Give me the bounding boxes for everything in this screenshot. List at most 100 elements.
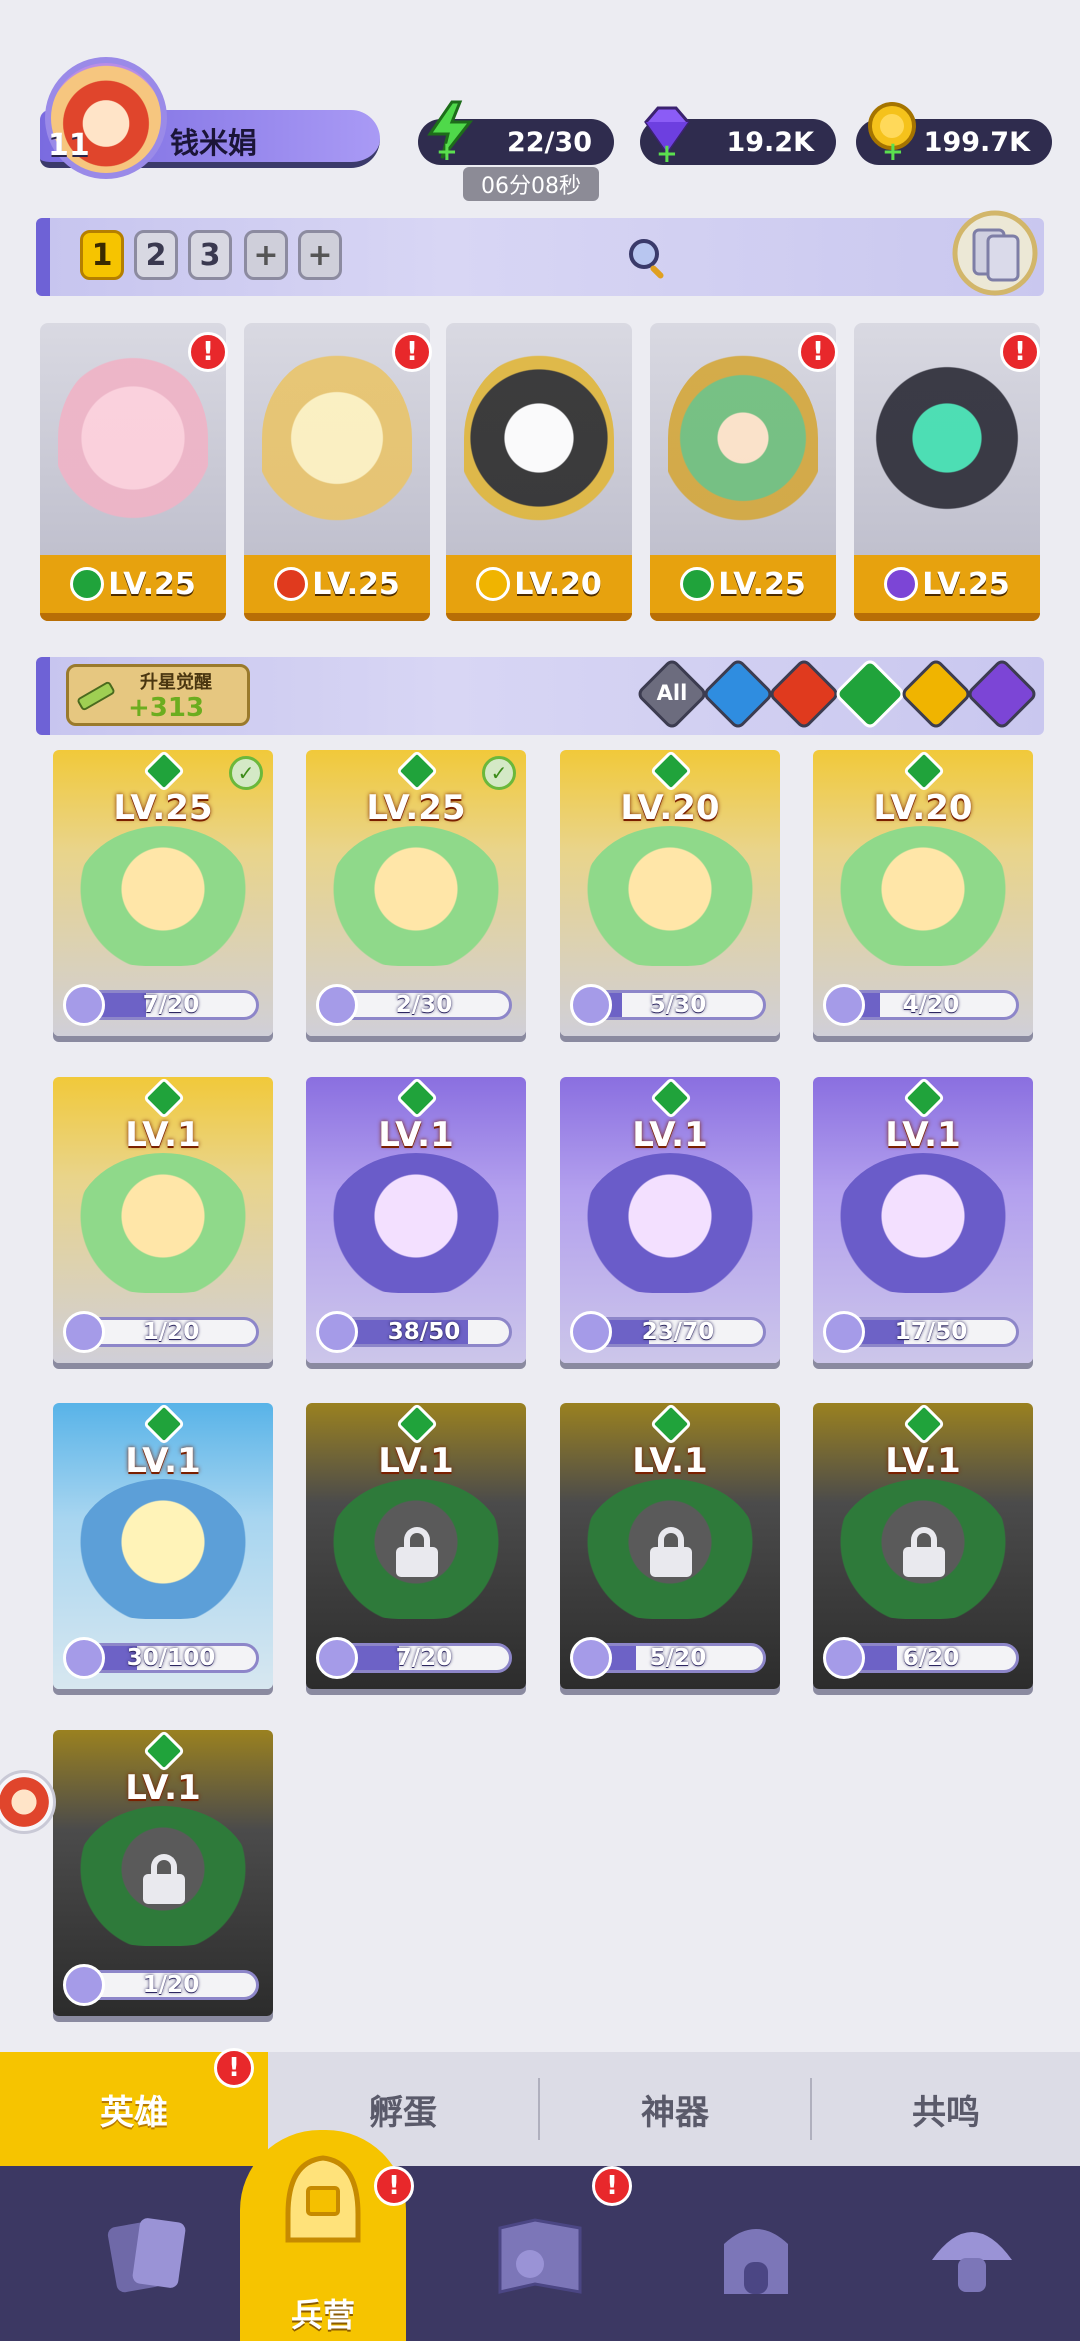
svg-text:+: + xyxy=(656,139,678,164)
lock-icon xyxy=(396,1527,438,1577)
tab-resonance[interactable]: 共鸣 xyxy=(812,2052,1080,2166)
hero-portrait xyxy=(75,1479,251,1619)
tab-artifact[interactable]: 神器 xyxy=(540,2052,810,2166)
shard-icon xyxy=(823,1637,865,1679)
cards-icon xyxy=(107,2217,186,2292)
team-add-button[interactable]: + xyxy=(298,230,342,280)
lock-icon xyxy=(143,1854,185,1904)
formation-level: LV.25 xyxy=(244,555,430,621)
player-name: 钱米娟 xyxy=(170,126,258,160)
hero-card[interactable]: LV.1 7/20 xyxy=(306,1403,526,1689)
hero-card[interactable]: LV.1 1/20 xyxy=(53,1077,273,1363)
filter-all-label: All xyxy=(656,681,688,705)
shard-icon xyxy=(570,1637,612,1679)
hero-card[interactable]: LV.1 6/20 xyxy=(813,1403,1033,1689)
shard-progress-text: 1/20 xyxy=(142,1319,200,1345)
wind-element-icon xyxy=(680,567,715,601)
nav-castle[interactable] xyxy=(648,2166,864,2341)
hero-portrait xyxy=(328,826,504,966)
dark-element-icon xyxy=(884,567,919,601)
level-label: LV.25 xyxy=(922,566,1010,602)
card-swap-icon[interactable] xyxy=(950,200,1040,306)
hero-portrait xyxy=(75,1153,251,1293)
formation-slot[interactable]: LV.20 xyxy=(446,323,632,621)
hero-portrait xyxy=(668,353,818,523)
mushroom-icon xyxy=(932,2231,1012,2292)
wind-element-icon xyxy=(142,1077,186,1120)
hero-card[interactable]: LV.1 1/20 xyxy=(53,1730,273,2016)
shard-icon xyxy=(570,984,612,1026)
formation-level: LV.25 xyxy=(650,555,836,621)
fire-element-icon xyxy=(274,567,309,601)
hero-card[interactable]: LV.20 5/30 xyxy=(560,750,780,1036)
hero-portrait xyxy=(582,1153,758,1293)
alert-badge: ! xyxy=(592,2166,632,2206)
team-tab-3[interactable]: 3 xyxy=(188,230,232,280)
nav-barracks-label: 兵营 xyxy=(290,2296,355,2334)
hero-level: LV.1 xyxy=(378,1115,454,1155)
gold-coin-icon: + xyxy=(868,102,916,162)
wind-element-icon xyxy=(70,567,105,601)
alert-badge: ! xyxy=(1000,332,1040,372)
alert-badge: ! xyxy=(392,332,432,372)
shard-icon xyxy=(63,984,105,1026)
shard-icon xyxy=(63,1637,105,1679)
wind-element-icon xyxy=(902,1403,946,1446)
hero-card[interactable]: ✓ LV.25 7/20 xyxy=(53,750,273,1036)
wind-element-icon xyxy=(902,1077,946,1120)
hero-level: LV.20 xyxy=(620,788,720,828)
team-add-button[interactable]: + xyxy=(244,230,288,280)
shard-progress-text: 17/50 xyxy=(894,1319,968,1345)
hero-card[interactable]: LV.1 23/70 xyxy=(560,1077,780,1363)
shard-progress-text: 30/100 xyxy=(126,1645,216,1671)
shard-progress-text: 7/20 xyxy=(395,1645,453,1671)
castle-icon xyxy=(724,2228,788,2294)
alert-badge: ! xyxy=(188,332,228,372)
check-icon: ✓ xyxy=(229,756,263,790)
formation-level: LV.25 xyxy=(854,555,1040,621)
hero-card[interactable]: LV.1 30/100 xyxy=(53,1403,273,1689)
wind-element-icon xyxy=(395,1077,439,1120)
nav-mushroom[interactable] xyxy=(864,2166,1080,2341)
lock-icon xyxy=(903,1527,945,1577)
lock-icon xyxy=(650,1527,692,1577)
hero-level: LV.1 xyxy=(125,1441,201,1481)
team-tab-2[interactable]: 2 xyxy=(134,230,178,280)
hero-card[interactable]: LV.1 38/50 xyxy=(306,1077,526,1363)
awaken-value: +313 xyxy=(128,693,205,723)
hero-level: LV.1 xyxy=(125,1115,201,1155)
wind-element-icon xyxy=(395,1403,439,1446)
shard-icon xyxy=(316,1637,358,1679)
energy-value: 22/30 xyxy=(506,126,592,158)
shard-progress-text: 1/20 xyxy=(142,1972,200,1998)
team-tab-1[interactable]: 1 xyxy=(80,230,124,280)
svg-text:+: + xyxy=(882,137,904,162)
search-icon[interactable] xyxy=(624,234,672,282)
hero-card[interactable]: LV.1 17/50 xyxy=(813,1077,1033,1363)
hero-card[interactable]: LV.20 4/20 xyxy=(813,750,1033,1036)
wind-element-icon xyxy=(142,1403,186,1446)
hero-level: LV.25 xyxy=(366,788,466,828)
level-label: LV.25 xyxy=(108,566,196,602)
check-icon: ✓ xyxy=(482,756,516,790)
shard-progress-text: 5/30 xyxy=(649,992,707,1018)
hero-card[interactable]: ✓ LV.25 2/30 xyxy=(306,750,526,1036)
floating-assistant-avatar[interactable] xyxy=(0,1770,56,1834)
energy-bolt-icon: + xyxy=(427,100,474,162)
shard-progress-text: 2/30 xyxy=(395,992,453,1018)
hero-level: LV.1 xyxy=(885,1441,961,1481)
shard-icon xyxy=(316,1311,358,1353)
shard-progress-text: 23/70 xyxy=(641,1319,715,1345)
shard-progress-text: 4/20 xyxy=(902,992,960,1018)
gem-value: 19.2K xyxy=(726,126,814,158)
gem-icon: + xyxy=(644,106,690,164)
hero-level: LV.1 xyxy=(125,1768,201,1808)
barracks-helmet-icon xyxy=(285,2155,361,2243)
shard-progress-text: 7/20 xyxy=(142,992,200,1018)
sword-icon xyxy=(77,681,115,711)
wind-element-icon xyxy=(395,750,439,793)
nav-cards[interactable] xyxy=(40,2166,256,2341)
hero-card[interactable]: LV.1 5/20 xyxy=(560,1403,780,1689)
alert-badge: ! xyxy=(374,2166,414,2206)
gold-value: 199.7K xyxy=(923,126,1030,158)
